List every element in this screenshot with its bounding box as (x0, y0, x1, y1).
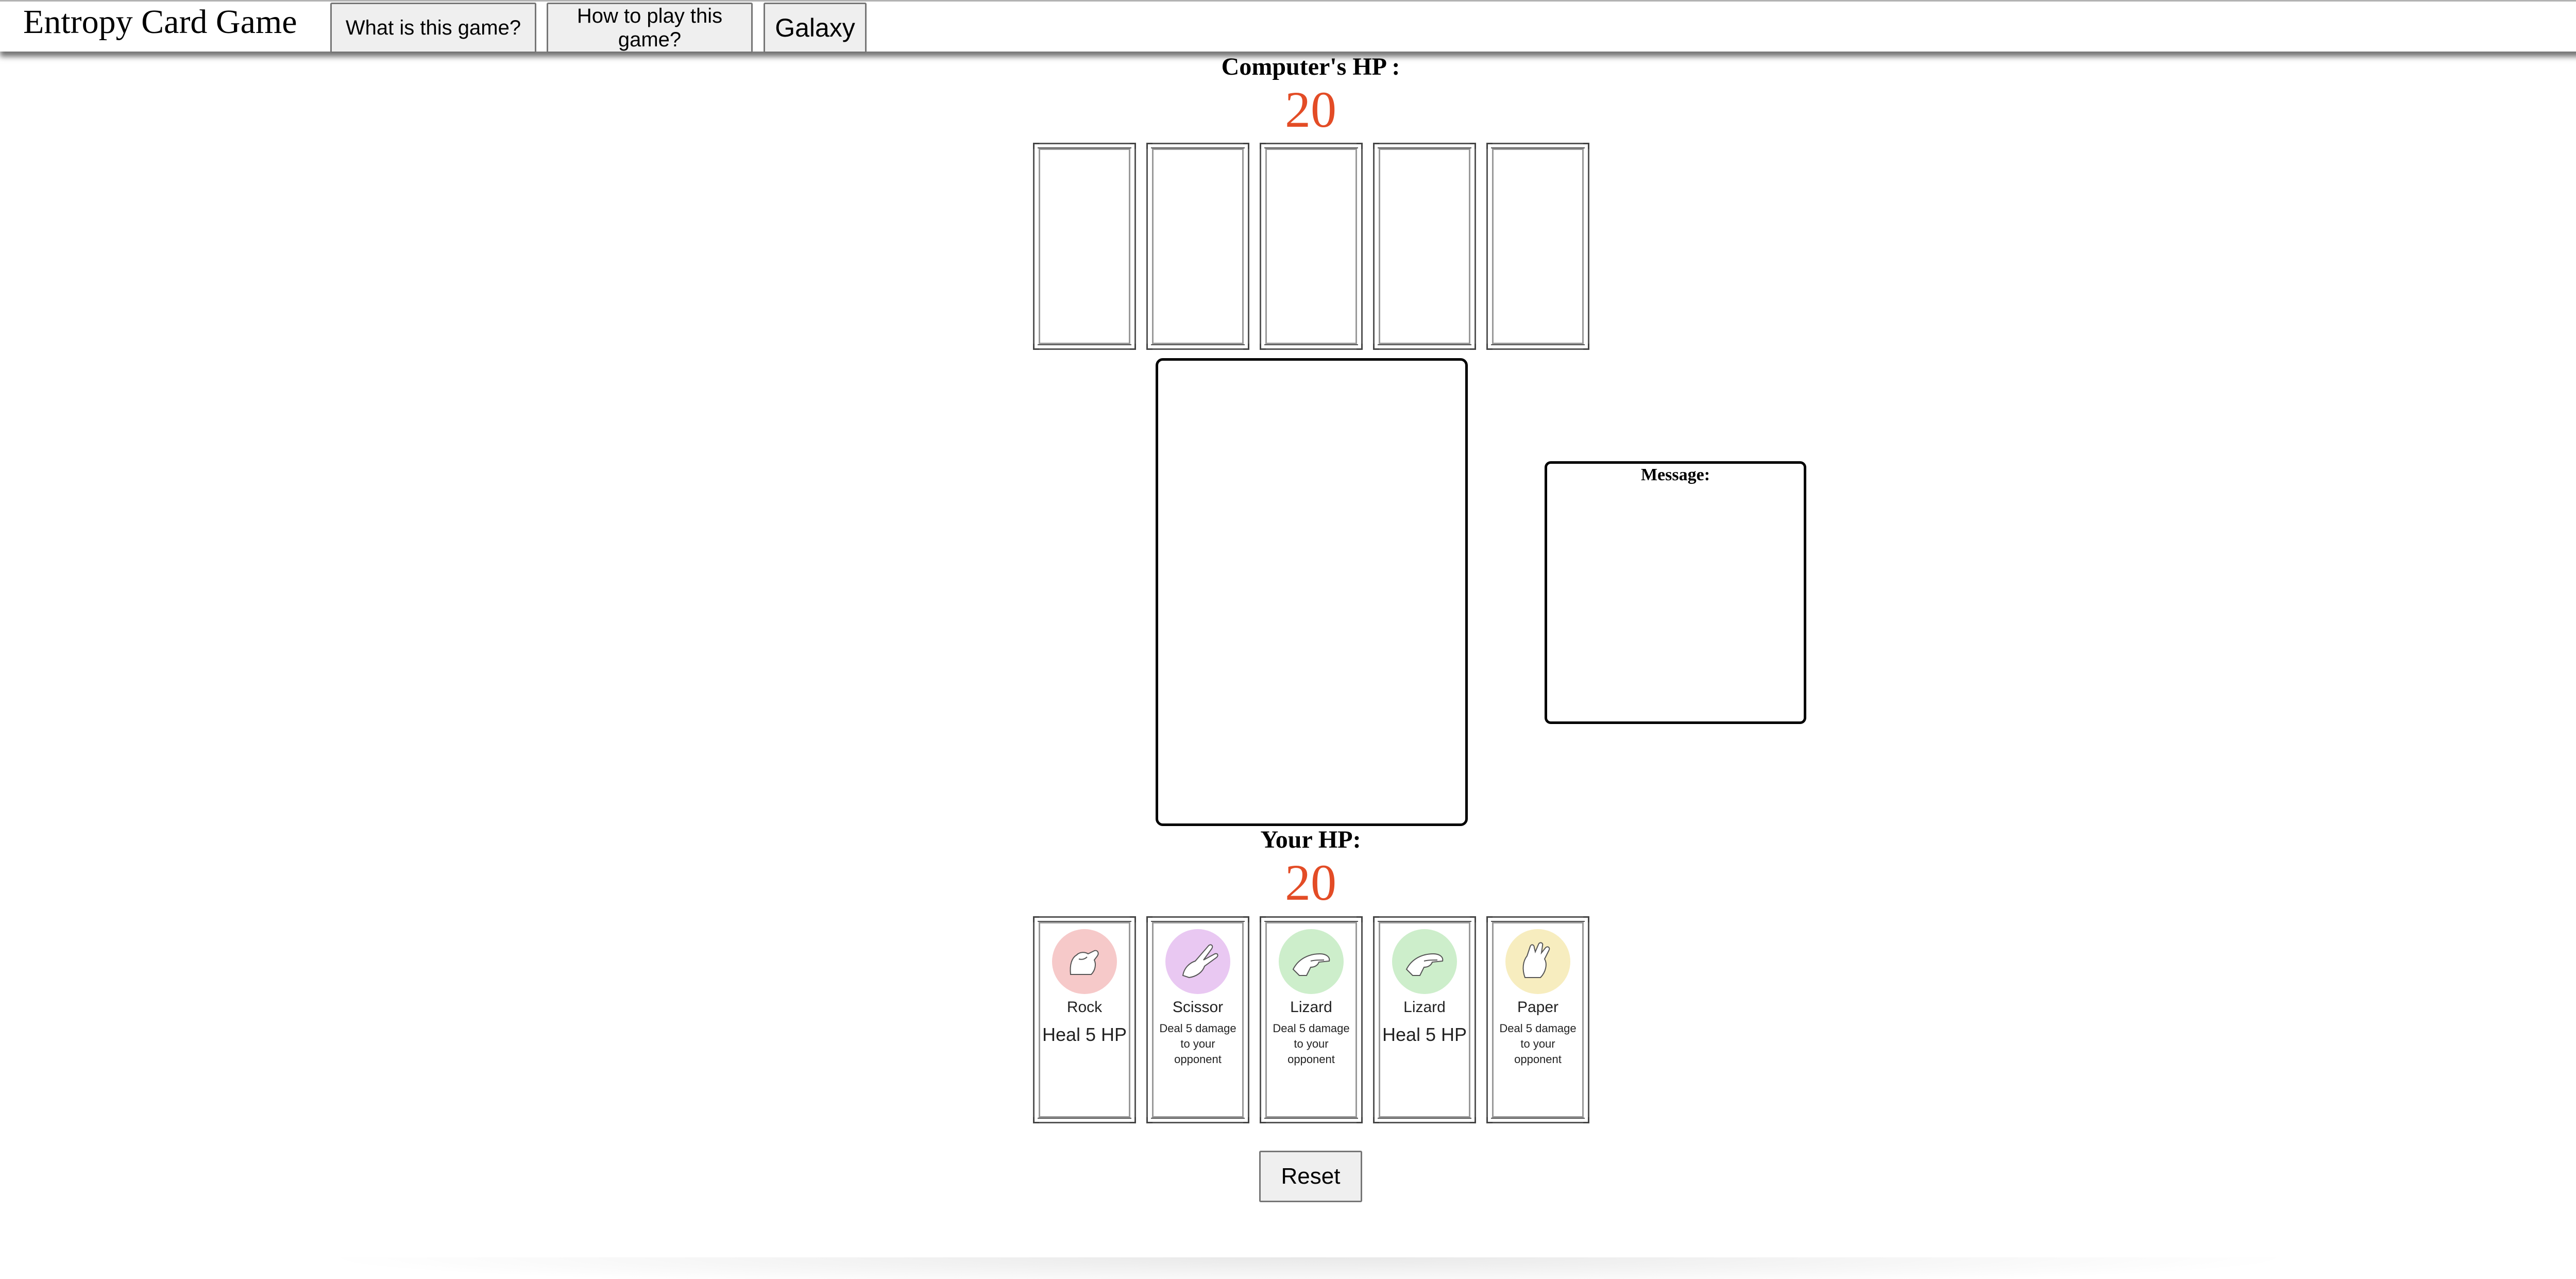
card-effect: Deal 5 damage to your opponent (1273, 1022, 1350, 1066)
page-root: Entropy Card Game What is this game? How… (0, 0, 2576, 1279)
card-corner-ornament (1373, 1117, 1379, 1123)
card-corner-ornament (1146, 916, 1153, 922)
card-corner-ornament (1373, 143, 1379, 149)
card-corner-ornament (1146, 143, 1153, 149)
card-corner-ornament (1373, 916, 1379, 922)
card-content: Lizard Deal 5 damage to your opponent (1267, 924, 1355, 1116)
card-name: Scissor (1172, 999, 1224, 1016)
computer-card[interactable] (1033, 143, 1136, 350)
card-corner-ornament (1470, 916, 1476, 922)
card-corner-ornament (1260, 143, 1266, 149)
computer-card[interactable] (1146, 143, 1249, 350)
card-corner-ornament (1470, 344, 1476, 350)
card-corner-ornament (1033, 143, 1039, 149)
card-corner-ornament (1033, 1117, 1039, 1123)
card-corner-ornament (1583, 344, 1589, 350)
card-corner-ornament (1243, 344, 1249, 350)
card-corner-ornament (1033, 344, 1039, 350)
card-corner-ornament (1243, 916, 1249, 922)
card-name: Lizard (1290, 999, 1332, 1016)
card-corner-ornament (1583, 143, 1589, 149)
computer-card[interactable] (1486, 143, 1589, 350)
page-bottom-shadow (309, 1257, 2308, 1279)
app-title: Entropy Card Game (23, 3, 297, 41)
card-name: Paper (1517, 999, 1559, 1016)
card-effect: Heal 5 HP (1382, 1024, 1467, 1045)
card-corner-ornament (1243, 1117, 1249, 1123)
card-effect: Heal 5 HP (1042, 1024, 1127, 1045)
player-card[interactable]: Rock Heal 5 HP (1033, 916, 1136, 1123)
player-card[interactable]: Scissor Deal 5 damage to your opponent (1146, 916, 1249, 1123)
card-content: Lizard Heal 5 HP (1381, 924, 1468, 1116)
card-corner-ornament (1486, 344, 1493, 350)
card-corner-ornament (1486, 143, 1493, 149)
card-corner-ornament (1583, 1117, 1589, 1123)
player-hp-value: 20 (1285, 854, 1336, 911)
card-content: Rock Heal 5 HP (1041, 924, 1128, 1116)
card-effect: Deal 5 damage to your opponent (1159, 1022, 1236, 1066)
card-corner-ornament (1033, 916, 1039, 922)
computer-hp-value: 20 (1285, 81, 1336, 138)
card-corner-ornament (1470, 143, 1476, 149)
card-content: Scissor Deal 5 damage to your opponent (1154, 924, 1242, 1116)
card-corner-ornament (1357, 1117, 1363, 1123)
card-corner-ornament (1260, 344, 1266, 350)
card-corner-ornament (1130, 916, 1136, 922)
card-name: Lizard (1403, 999, 1446, 1016)
card-corner-ornament (1260, 916, 1266, 922)
what-is-this-game-button[interactable]: What is this game? (330, 3, 536, 53)
how-to-play-label: How to play this game? (577, 5, 723, 51)
player-card[interactable]: Paper Deal 5 damage to your opponent (1486, 916, 1589, 1123)
message-title: Message: (1640, 465, 1710, 484)
card-corner-ornament (1486, 916, 1493, 922)
card-corner-ornament (1486, 1117, 1493, 1123)
computer-card[interactable] (1373, 143, 1476, 350)
message-box: Message: (1545, 461, 1806, 724)
card-corner-ornament (1357, 916, 1363, 922)
player-hp-label: Your HP: (1260, 826, 1361, 853)
computer-hp-label: Computer's HP : (1221, 53, 1400, 80)
card-corner-ornament (1357, 143, 1363, 149)
player-card[interactable]: Lizard Heal 5 HP (1373, 916, 1476, 1123)
top-nav-bar: Entropy Card Game What is this game? How… (0, 0, 2576, 53)
card-corner-ornament (1146, 344, 1153, 350)
card-corner-ornament (1146, 1117, 1153, 1123)
computer-card[interactable] (1260, 143, 1363, 350)
card-content: Paper Deal 5 damage to your opponent (1494, 924, 1582, 1116)
how-to-play-button[interactable]: How to play this game? (547, 3, 753, 53)
what-is-this-game-label: What is this game? (345, 16, 521, 39)
lizard-hand-icon (1392, 929, 1457, 994)
galaxy-label: Galaxy (775, 13, 855, 42)
player-card[interactable]: Lizard Deal 5 damage to your opponent (1260, 916, 1363, 1123)
paper-hand-icon (1505, 929, 1570, 994)
card-corner-ornament (1373, 344, 1379, 350)
card-corner-ornament (1357, 344, 1363, 350)
card-corner-ornament (1130, 1117, 1136, 1123)
lizard-hand-icon (1279, 929, 1344, 994)
card-name: Rock (1066, 999, 1103, 1016)
card-effect: Deal 5 damage to your opponent (1499, 1022, 1577, 1066)
galaxy-button[interactable]: Galaxy (764, 3, 867, 53)
scissor-hand-icon (1165, 929, 1230, 994)
card-corner-ornament (1260, 1117, 1266, 1123)
reset-button[interactable]: Reset (1259, 1151, 1362, 1202)
card-corner-ornament (1243, 143, 1249, 149)
card-corner-ornament (1470, 1117, 1476, 1123)
rock-hand-icon (1052, 929, 1117, 994)
reset-label: Reset (1281, 1164, 1341, 1189)
card-corner-ornament (1583, 916, 1589, 922)
play-area (1156, 358, 1468, 826)
card-corner-ornament (1130, 344, 1136, 350)
card-corner-ornament (1130, 143, 1136, 149)
